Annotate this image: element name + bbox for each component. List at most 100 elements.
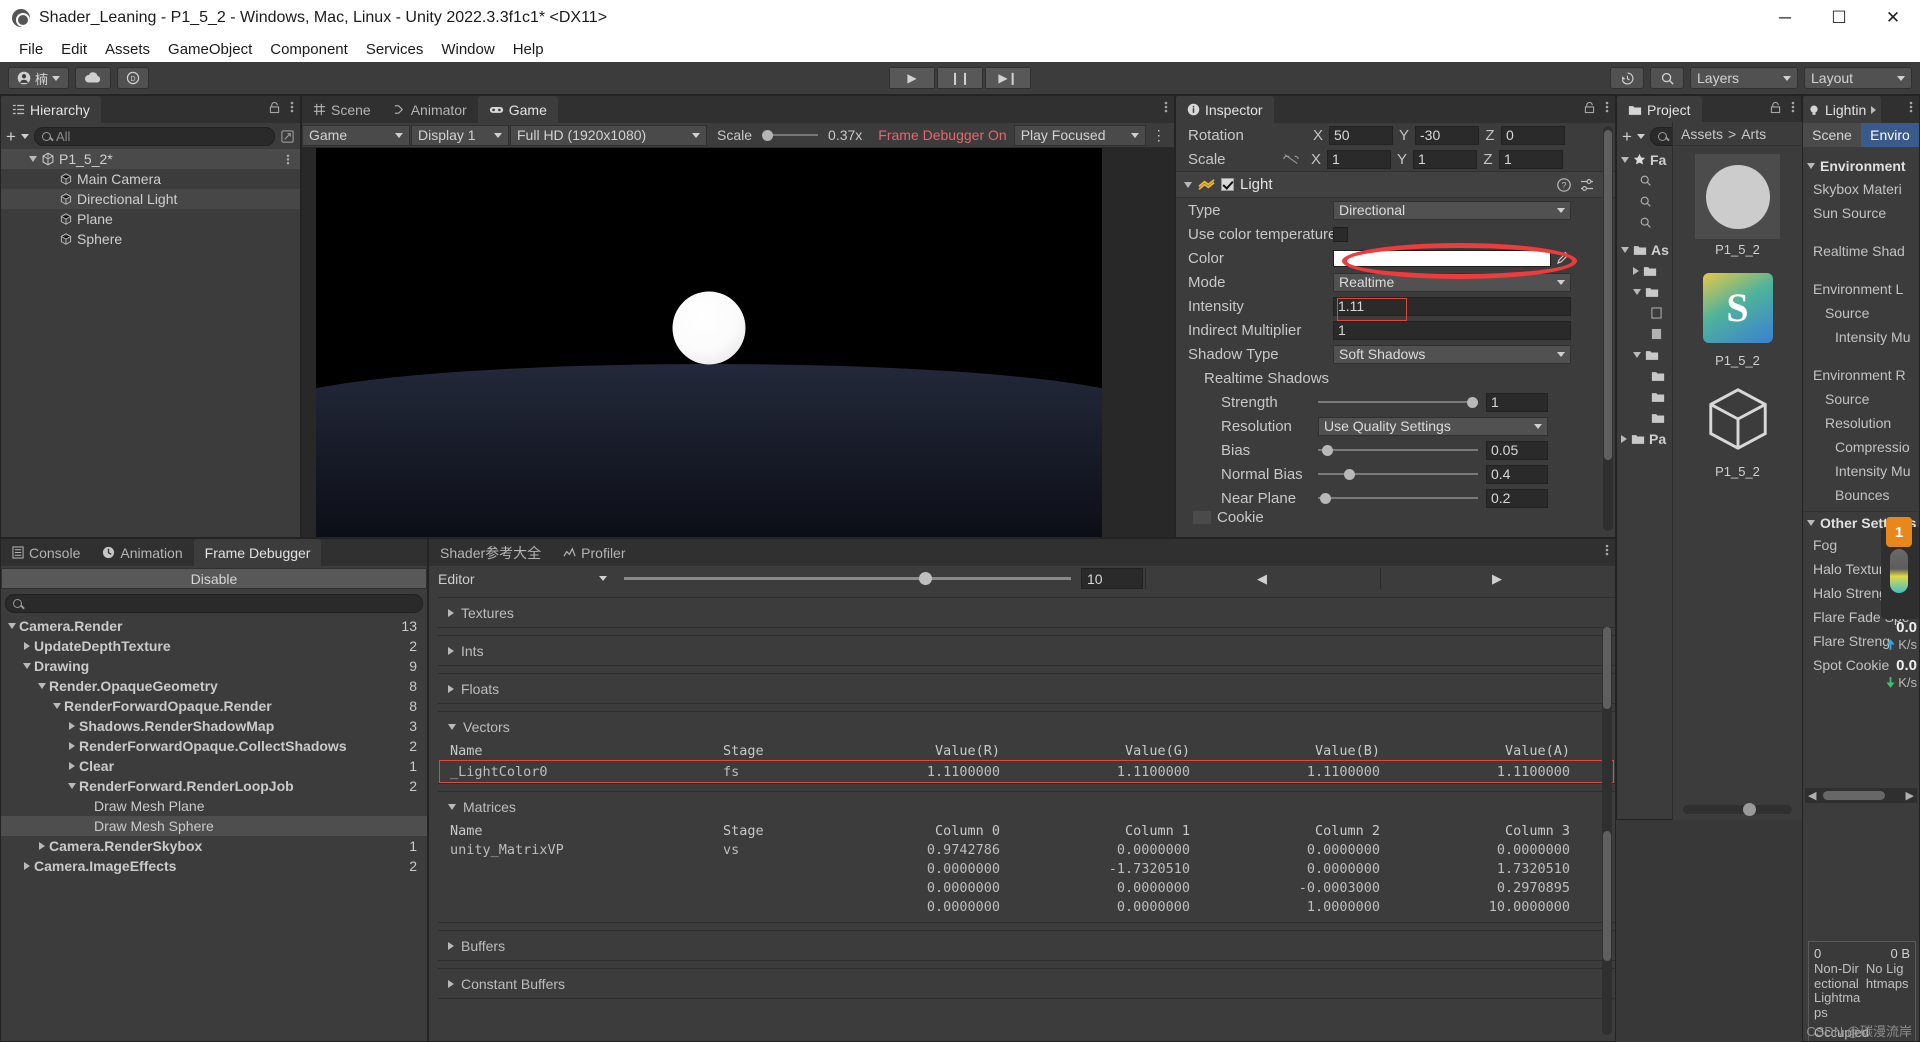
- kebab-menu-icon[interactable]: [1605, 543, 1609, 557]
- hierarchy-item-sphere[interactable]: Sphere: [1, 229, 300, 249]
- scale-x-field[interactable]: 1: [1327, 150, 1391, 169]
- search-button[interactable]: [1650, 67, 1684, 89]
- fd-detail-scrollbar-thumb-top[interactable]: [1603, 627, 1611, 709]
- triangle-right-icon[interactable]: [1633, 267, 1639, 275]
- table-row[interactable]: _LightColor0 fs 1.1100000 1.1100000 1.11…: [438, 760, 1615, 783]
- play-button[interactable]: ▶: [889, 67, 935, 89]
- color-swatch[interactable]: [1333, 250, 1551, 267]
- triangle-down-icon[interactable]: [23, 663, 31, 669]
- triangle-down-icon[interactable]: [1621, 247, 1629, 253]
- minimize-button[interactable]: ─: [1758, 0, 1812, 36]
- lighting-hscrollbar-thumb[interactable]: [1823, 791, 1885, 800]
- expand-window-icon[interactable]: [280, 129, 295, 144]
- triangle-down-icon[interactable]: [1633, 289, 1641, 295]
- next-event-button[interactable]: ▶: [1380, 568, 1613, 589]
- normal-bias-slider[interactable]: [1318, 473, 1478, 475]
- menu-item-file[interactable]: File: [10, 39, 52, 60]
- fd-node-render-forward-opaque-render[interactable]: RenderForwardOpaque.Render 8: [1, 696, 427, 716]
- triangle-down-icon[interactable]: [53, 703, 61, 709]
- inspector-scrollbar[interactable]: [1603, 126, 1613, 531]
- light-component-header[interactable]: Light ?: [1176, 171, 1615, 198]
- bias-slider-knob[interactable]: [1322, 445, 1333, 456]
- kebab-menu-icon[interactable]: [1791, 100, 1795, 114]
- constrain-proportions-icon[interactable]: [1283, 153, 1299, 165]
- triangle-down-icon[interactable]: [8, 623, 16, 629]
- fd-node-clear[interactable]: Clear 1: [1, 756, 427, 776]
- lighting-item-skybox-material[interactable]: Skybox Materi: [1813, 177, 1919, 201]
- display-dropdown[interactable]: Display 1: [411, 125, 509, 146]
- section-textures[interactable]: Textures: [438, 597, 1615, 628]
- scale-slider[interactable]: [762, 134, 818, 136]
- lighting-subtab-environment[interactable]: Enviro: [1861, 123, 1919, 147]
- triangle-right-icon[interactable]: [448, 685, 454, 693]
- scale-z-field[interactable]: 1: [1499, 150, 1563, 169]
- game-target-dropdown[interactable]: Game: [302, 125, 410, 146]
- tab-animator[interactable]: Animator: [382, 96, 478, 123]
- light-enabled-checkbox[interactable]: [1221, 178, 1234, 191]
- triangle-right-icon[interactable]: [24, 642, 30, 650]
- triangle-down-icon[interactable]: [68, 783, 76, 789]
- asset-item-material[interactable]: P1_5_2: [1695, 154, 1780, 257]
- shadow-type-dropdown[interactable]: Soft Shadows: [1333, 345, 1571, 364]
- lighting-item-env-source[interactable]: Source: [1813, 301, 1919, 325]
- tab-hierarchy[interactable]: Hierarchy: [1, 96, 101, 123]
- triangle-right-icon[interactable]: [448, 942, 454, 950]
- strength-field[interactable]: 1: [1486, 393, 1548, 412]
- tab-lighting[interactable]: Lightin: [1803, 96, 1881, 123]
- menu-item-window[interactable]: Window: [432, 39, 503, 60]
- rotation-z-field[interactable]: 0: [1501, 126, 1565, 145]
- event-slider-knob[interactable]: [919, 572, 932, 585]
- triangle-down-icon[interactable]: [1633, 352, 1641, 358]
- section-ints[interactable]: Ints: [438, 635, 1615, 666]
- lighting-item-refl-compression[interactable]: Compressio: [1813, 435, 1919, 459]
- triangle-right-icon[interactable]: [39, 842, 45, 850]
- triangle-down-icon[interactable]: [1807, 163, 1815, 169]
- near-plane-slider-knob[interactable]: [1320, 493, 1331, 504]
- step-button[interactable]: ▶❙: [985, 67, 1031, 89]
- tab-scene[interactable]: Scene: [302, 96, 382, 123]
- triangle-down-icon[interactable]: [448, 724, 456, 730]
- hierarchy-item-directional-light[interactable]: Directional Light: [1, 189, 300, 209]
- tab-project[interactable]: Project: [1617, 96, 1702, 123]
- mode-dropdown[interactable]: Realtime: [1333, 273, 1571, 292]
- previous-event-button[interactable]: ◀: [1145, 568, 1378, 589]
- lighting-item-refl-intensity[interactable]: Intensity Mu: [1813, 459, 1919, 483]
- fd-node-collect-shadows[interactable]: RenderForwardOpaque.CollectShadows 2: [1, 736, 427, 756]
- fd-node-shadows-render-shadowmap[interactable]: Shadows.RenderShadowMap 3: [1, 716, 427, 736]
- pause-button[interactable]: ❙❙: [937, 67, 983, 89]
- rotation-x-field[interactable]: 50: [1329, 126, 1393, 145]
- fd-node-draw-mesh-sphere[interactable]: Draw Mesh Sphere: [1, 816, 427, 836]
- tab-console[interactable]: Console: [1, 539, 91, 566]
- section-constant-buffers[interactable]: Constant Buffers: [438, 968, 1615, 999]
- triangle-down-icon[interactable]: [448, 804, 456, 810]
- help-icon[interactable]: ?: [1557, 178, 1571, 192]
- play-mode-dropdown[interactable]: Play Focused: [1014, 125, 1146, 146]
- disable-button[interactable]: Disable: [1, 568, 427, 589]
- triangle-down-icon[interactable]: [1184, 182, 1192, 188]
- collab-badge-icon[interactable]: 1: [1886, 517, 1912, 547]
- triangle-right-icon[interactable]: [69, 762, 75, 770]
- use-color-temperature-checkbox[interactable]: [1333, 227, 1348, 242]
- lighting-hscrollbar[interactable]: ◀ ▶: [1805, 788, 1917, 803]
- breadcrumb-assets[interactable]: Assets: [1681, 126, 1723, 142]
- event-slider[interactable]: [616, 568, 1079, 589]
- editor-dropdown[interactable]: Editor: [431, 568, 614, 589]
- fd-node-drawing[interactable]: Drawing 9: [1, 656, 427, 676]
- hierarchy-item-p1-5-2[interactable]: P1_5_2*: [1, 149, 300, 169]
- hierarchy-item-main-camera[interactable]: Main Camera: [1, 169, 300, 189]
- lock-icon[interactable]: [1769, 101, 1782, 114]
- type-dropdown[interactable]: Directional: [1333, 201, 1571, 220]
- normal-bias-slider-knob[interactable]: [1344, 469, 1355, 480]
- chevron-down-icon[interactable]: [1637, 134, 1645, 139]
- layers-dropdown[interactable]: Layers: [1690, 67, 1798, 89]
- scale-slider-group[interactable]: Scale 0.37x: [708, 127, 871, 143]
- kebab-menu-icon[interactable]: [1605, 100, 1609, 114]
- menu-item-services[interactable]: Services: [357, 39, 433, 60]
- lighting-item-realtime-shadow[interactable]: Realtime Shad: [1813, 239, 1919, 263]
- kebab-menu-icon[interactable]: [1164, 100, 1168, 114]
- close-button[interactable]: ✕: [1866, 0, 1920, 36]
- fd-node-camera-render[interactable]: Camera.Render 13: [1, 616, 427, 636]
- scroll-right-arrow-icon[interactable]: ▶: [1906, 789, 1914, 802]
- hierarchy-item-plane[interactable]: Plane: [1, 209, 300, 229]
- project-zoom-slider[interactable]: [1683, 805, 1792, 814]
